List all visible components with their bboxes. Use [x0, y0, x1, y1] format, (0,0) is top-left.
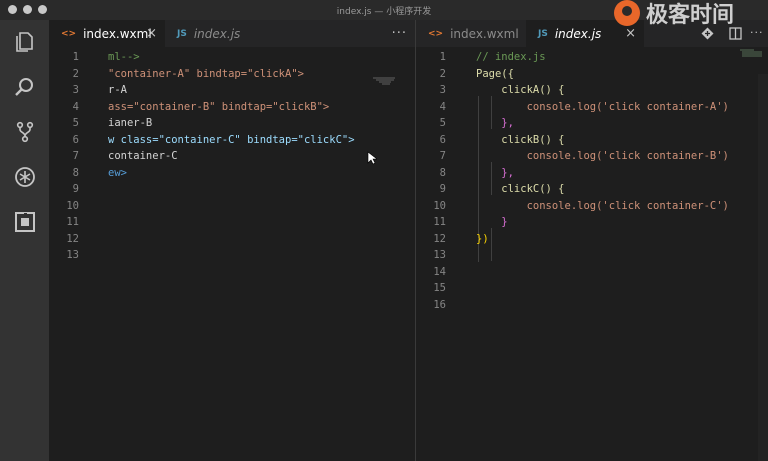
code-line: 12 — [66, 232, 79, 245]
code-line: 6w class="container-C" bindtap="clickC"> — [72, 133, 355, 146]
close-window-button[interactable] — [8, 5, 17, 14]
code-line: 3 r-A — [72, 84, 127, 96]
close-tab-icon[interactable]: × — [625, 26, 636, 41]
debug-icon[interactable] — [13, 165, 37, 189]
tab-label: index.wxml — [83, 26, 152, 41]
maximize-window-button[interactable] — [38, 5, 47, 14]
code-line: 13 — [433, 249, 446, 261]
source-control-icon[interactable] — [13, 120, 37, 144]
more-actions-icon[interactable]: ··· — [392, 26, 407, 41]
code-line: 16 — [433, 298, 446, 311]
js-file-icon: JS — [538, 28, 548, 39]
code-line: 9 — [72, 183, 79, 195]
code-line: 4 ass="container-B" bindtap="clickB"> — [72, 100, 330, 113]
code-line: 5 }, — [439, 117, 514, 129]
code-line: 4 console.log('click container-A') — [439, 100, 729, 113]
code-line: 2 "container-A" bindtap="clickA"> — [72, 67, 304, 80]
code-line: 10 console.log('click container-C') — [433, 199, 729, 212]
left-tab-bar: <> index.wxml × JS index.js ··· — [49, 20, 415, 47]
tab-index-js-left[interactable]: JS index.js — [165, 20, 275, 47]
right-editor[interactable]: 1// index.js 2 Page({ 3 clickA() { 4 cons… — [416, 47, 768, 461]
vertical-scrollbar[interactable] — [758, 74, 768, 461]
js-file-icon: JS — [177, 28, 187, 39]
search-icon[interactable] — [13, 75, 37, 99]
extensions-icon[interactable] — [13, 210, 37, 234]
code-line: 10 — [66, 199, 79, 212]
code-line: 5 ianer-B — [72, 117, 153, 129]
brand-logo-icon — [614, 0, 640, 26]
code-line: 1// index.js — [439, 51, 546, 63]
tab-label: index.wxml — [450, 26, 519, 41]
xml-file-icon: <> — [61, 28, 77, 39]
code-line: 11 } — [433, 216, 508, 228]
tab-label: index.js — [193, 26, 241, 41]
code-line: 7 container-C — [72, 150, 178, 162]
tab-label: index.js — [554, 26, 602, 41]
window-controls[interactable] — [8, 5, 47, 14]
tab-index-wxml-right[interactable]: <> index.wxml — [416, 20, 526, 47]
code-line: 8 }, — [439, 166, 514, 179]
window-title: index.js — 小程序开发 — [336, 6, 432, 17]
code-line: 12}) — [433, 232, 489, 245]
code-line: 13 — [66, 249, 79, 261]
code-line: 6 clickB() { — [439, 133, 565, 146]
code-line: 11 — [66, 216, 79, 228]
xml-file-icon: <> — [428, 28, 444, 39]
left-editor-group: <> index.wxml × JS index.js ··· 1 ml--> 2… — [49, 20, 415, 461]
code-line: 2 Page({ — [439, 67, 514, 80]
close-tab-icon[interactable]: × — [146, 26, 157, 41]
code-line: 15 — [433, 282, 446, 294]
tab-index-wxml-left[interactable]: <> index.wxml × — [49, 20, 165, 47]
left-editor[interactable]: 1 ml--> 2 "container-A" bindtap="clickA"> … — [49, 47, 415, 461]
code-line: 7 console.log('click container-B') — [439, 150, 729, 162]
more-actions-icon[interactable]: ··· — [750, 26, 764, 39]
mouse-pointer-icon — [367, 151, 377, 165]
code-line: 14 — [433, 265, 446, 278]
right-editor-group: <> index.wxml JS index.js × ··· 1// inde… — [416, 20, 768, 461]
code-line: 8 ew> — [72, 166, 127, 179]
code-line: 1 ml--> — [72, 51, 140, 63]
minimize-window-button[interactable] — [23, 5, 32, 14]
files-icon[interactable] — [13, 30, 37, 54]
brand-text: 极客时间 — [646, 3, 735, 28]
brand-watermark: 极客时间 — [614, 0, 768, 28]
code-line: 9 clickC() { — [439, 183, 565, 195]
code-line: 3 clickA() { — [439, 84, 565, 96]
activity-bar — [0, 20, 49, 461]
